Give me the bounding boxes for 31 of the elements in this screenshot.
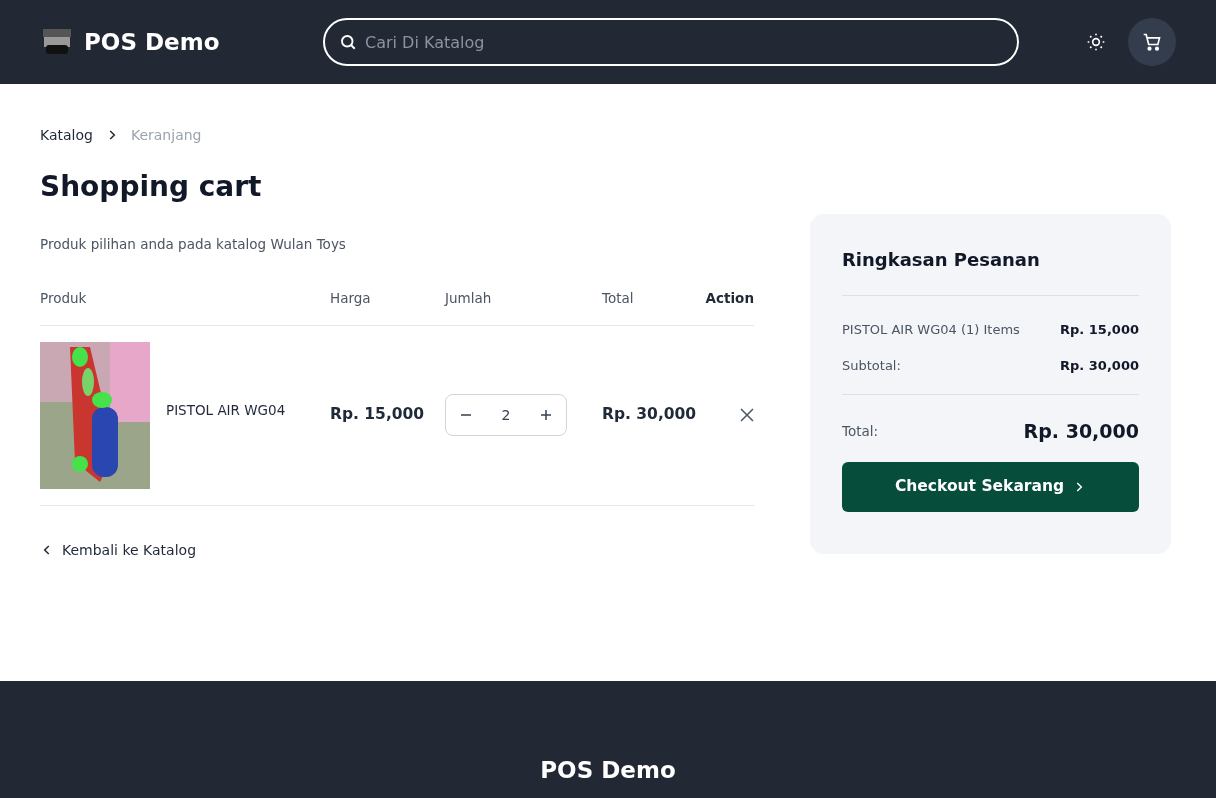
search-field[interactable]: Cari Di Katalog <box>323 18 1019 66</box>
checkout-button[interactable]: Checkout Sekarang <box>842 461 1139 512</box>
total-label: Total: <box>842 422 879 442</box>
back-link[interactable]: Kembali ke Katalog <box>40 539 197 561</box>
close-icon[interactable] <box>740 408 754 422</box>
price-cell-text: Rp. 15,000 <box>330 404 426 426</box>
logo-icon <box>40 27 74 57</box>
summary-label: Subtotal: <box>842 357 901 376</box>
summary-label: PISTOL AIR WG04 (1) Items <box>842 321 1020 340</box>
summary-title: Ringkasan Pesanan <box>842 246 1139 296</box>
plus-icon[interactable] <box>540 409 552 421</box>
quantity-stepper[interactable]: 2 <box>445 394 567 436</box>
column-header: Produk <box>40 289 88 309</box>
quantity-value: 2 <box>501 405 511 425</box>
search-icon <box>339 33 357 51</box>
footer-brand: POS Demo <box>540 756 676 785</box>
summary-value: Rp. 15,000 <box>1060 321 1139 340</box>
cart-button[interactable] <box>1128 18 1176 66</box>
column-header: Action <box>704 289 754 309</box>
brand-name[interactable]: POS Demo <box>84 24 220 60</box>
column-header: Jumlah <box>445 289 493 309</box>
breadcrumb-link[interactable]: Katalog <box>40 124 93 146</box>
page-title: Shopping cart <box>40 169 263 205</box>
page-subtitle: Produk pilihan anda pada katalog Wulan Toys <box>40 235 347 254</box>
cart-icon <box>1142 32 1162 52</box>
column-header: Harga <box>330 289 372 309</box>
total-value: Rp. 30,000 <box>1023 419 1139 444</box>
column-header: Total <box>602 289 635 309</box>
summary-value: Rp. 30,000 <box>1060 357 1139 376</box>
total-cell-text: Rp. 30,000 <box>602 404 698 426</box>
product-name: PISTOL AIR WG04 <box>166 400 286 420</box>
